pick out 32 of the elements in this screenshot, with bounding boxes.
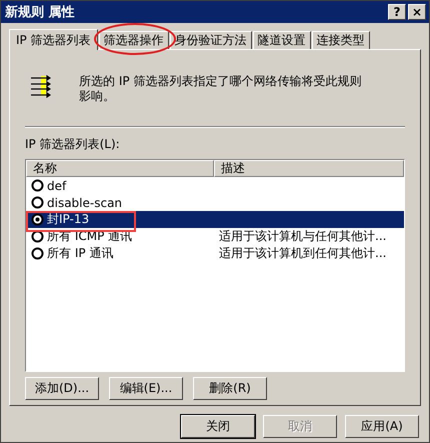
- radio-button[interactable]: [31, 213, 44, 226]
- filter-description: 适用于该计算机与任何其他计...: [218, 228, 386, 245]
- tab[interactable]: IP 筛选器列表: [9, 29, 98, 50]
- radio-button[interactable]: [31, 196, 44, 209]
- column-header[interactable]: 描述: [214, 160, 404, 177]
- tab[interactable]: 身份验证方法: [170, 31, 252, 49]
- list-row[interactable]: 所有 IP 通讯 适用于该计算机到任何其他计...: [26, 245, 404, 262]
- list-row[interactable]: disable-scan: [26, 194, 404, 211]
- filter-description: 适用于该计算机到任何其他计...: [218, 245, 386, 262]
- filter-list-icon: [29, 74, 51, 98]
- help-button[interactable]: ?: [388, 4, 406, 20]
- dialog-button[interactable]: 应用(A): [345, 415, 419, 438]
- tab[interactable]: 筛选器操作: [98, 31, 169, 49]
- list-row[interactable]: def: [26, 177, 404, 194]
- list-action-button[interactable]: 编辑(E)...: [109, 377, 183, 400]
- radio-button[interactable]: [31, 230, 44, 243]
- window-title: 新规则 属性: [5, 4, 76, 21]
- dialog-button[interactable]: 关闭: [181, 415, 255, 438]
- radio-button[interactable]: [31, 247, 44, 260]
- tab[interactable]: 隧道设置: [252, 31, 311, 49]
- list-action-button[interactable]: 删除(R): [193, 377, 267, 400]
- list-label: IP 筛选器列表(L):: [25, 136, 121, 153]
- list-action-button[interactable]: 添加(D)...: [25, 377, 99, 400]
- close-button[interactable]: ×: [408, 4, 426, 20]
- column-header[interactable]: 名称: [26, 160, 214, 177]
- filter-name: def: [47, 178, 66, 192]
- list-row[interactable]: 封IP-13: [26, 211, 404, 228]
- filter-name: disable-scan: [47, 196, 122, 210]
- tab[interactable]: 连接类型: [312, 31, 370, 49]
- description-text: 所选的 IP 筛选器列表指定了哪个网络传输将受此规则影响。: [79, 74, 362, 105]
- filter-name: 所有 IP 通讯: [47, 245, 114, 262]
- radio-button[interactable]: [31, 179, 44, 192]
